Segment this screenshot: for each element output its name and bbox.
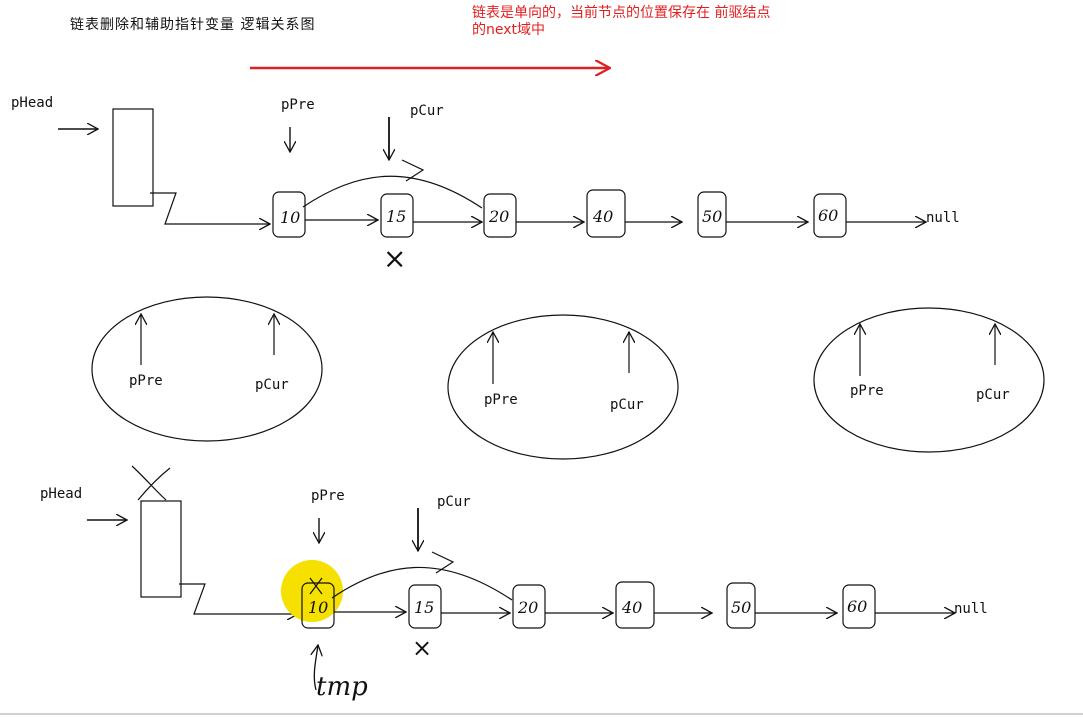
top-node-10: 10 [272,191,306,238]
diagram-canvas: 10 15 × 20 40 50 60 10 15 × 20 40 50 60 [0,0,1083,715]
bottom-pcur-label: pCur [437,494,471,510]
top-node-15-value: 15 [386,207,406,226]
ellipse-2-pcur-label: pCur [610,397,644,413]
top-pcur-label: pCur [410,103,444,119]
bottom-node-20: 20 [512,584,546,629]
top-node-20-value: 20 [488,207,509,226]
bottom-head-cross [131,465,171,501]
bottom-head-link [179,583,298,614]
top-node-60-value: 60 [818,206,838,225]
top-node-10-value: 10 [280,208,300,227]
ellipse-3-pcur-label: pCur [976,387,1010,403]
ellipse-1-pcur-label: pCur [255,377,289,393]
head-link [150,192,270,224]
bottom-removed-mark: × [412,634,432,662]
bottom-node-15: 15 [408,584,442,629]
top-ppre-label: pPre [281,97,315,113]
bottom-node-50-value: 50 [731,598,751,617]
pointer-ellipse-3 [813,307,1045,453]
ellipse-2-ppre-label: pPre [484,392,518,408]
bottom-node-10-value: 10 [308,598,328,617]
top-node-60: 60 [813,193,847,238]
ellipse-1-ppre-label: pPre [129,373,163,389]
bottom-ppre-label: pPre [311,488,345,504]
bottom-node-60-value: 60 [847,597,867,616]
top-node-20: 20 [483,193,517,238]
top-node-50-value: 50 [702,207,722,226]
bottom-bypass-arc [331,566,513,601]
head-box [112,108,154,207]
top-bypass-arc [302,175,483,209]
bottom-node-40-value: 40 [621,598,642,617]
ellipse-3-ppre-label: pPre [850,383,884,399]
bottom-node-20-value: 20 [517,598,538,617]
bottom-null-label: null [954,601,988,617]
bottom-node-15-value: 15 [414,598,434,617]
top-node-50: 50 [697,191,727,238]
bottom-linked-list: 10 15 × 20 40 50 60 [87,465,955,691]
top-node-40-value: 40 [592,207,613,226]
bottom-head-box [140,500,182,598]
top-node-15: 15 [380,193,414,238]
diagram-title: 链表删除和辅助指针变量 逻辑关系图 [70,17,316,33]
bottom-node-40: 40 [615,581,655,629]
pointer-ellipse-1 [91,296,323,442]
top-linked-list: 10 15 × 20 40 50 60 [58,108,926,275]
bottom-node-50: 50 [726,582,756,629]
top-node-40: 40 [586,189,626,238]
top-null-label: null [926,210,960,226]
top-phead-label: pHead [11,95,54,111]
bottom-phead-label: pHead [40,486,83,502]
pointer-ellipse-2 [447,314,679,460]
bottom-node-60: 60 [842,584,876,629]
tmp-label: tmp [316,672,368,702]
top-removed-mark: × [383,242,406,275]
red-note: 链表是单向的，当前节点的位置保存在 前驱结点的next域中 [472,5,771,38]
